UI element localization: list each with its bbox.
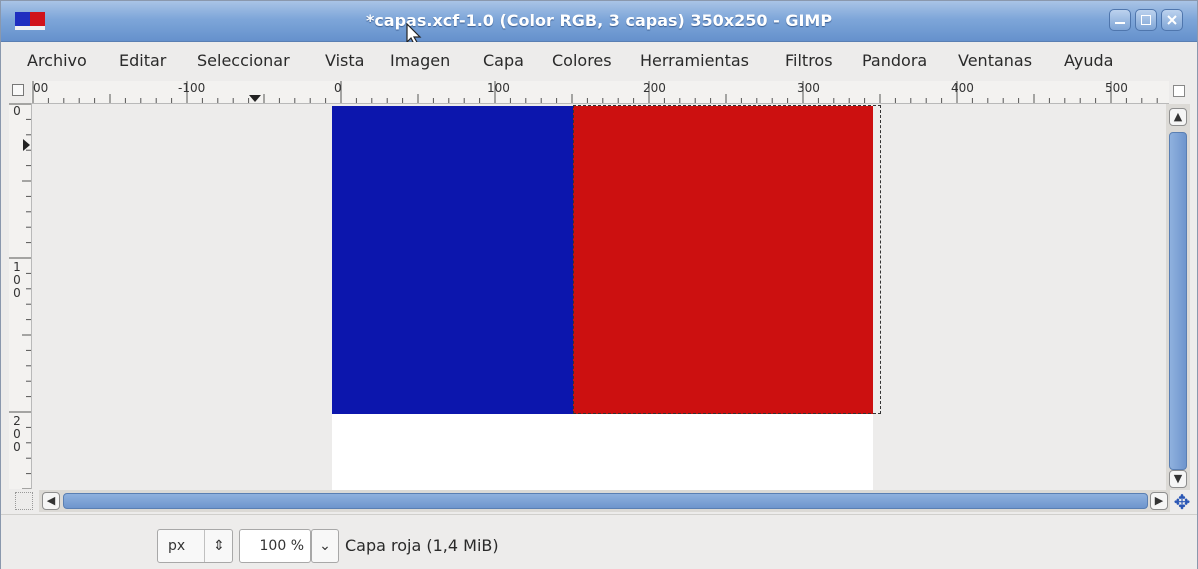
active-layer-boundary bbox=[573, 105, 881, 414]
ruler-label: -100 bbox=[178, 81, 206, 95]
ruler-label: 100 bbox=[487, 81, 510, 95]
navigate-move-icon[interactable]: ✥ bbox=[1171, 491, 1193, 513]
ruler-label: 200 bbox=[643, 81, 666, 95]
menu-archivo[interactable]: Archivo bbox=[27, 51, 87, 70]
menu-vista[interactable]: Vista bbox=[325, 51, 364, 70]
scroll-left-icon[interactable]: ◀ bbox=[42, 492, 60, 510]
vertical-scroll-thumb[interactable] bbox=[1169, 132, 1187, 470]
menu-herramientas[interactable]: Herramientas bbox=[640, 51, 749, 70]
ruler-label: 00 bbox=[33, 81, 49, 95]
status-bar: px ⇕ 100 % ⌄ Capa roja (1,4 MiB) bbox=[1, 514, 1197, 569]
menu-pandora[interactable]: Pandora bbox=[862, 51, 927, 70]
scroll-up-icon[interactable]: ▲ bbox=[1169, 108, 1187, 126]
menu-imagen[interactable]: Imagen bbox=[390, 51, 450, 70]
zoom-fit-button[interactable] bbox=[1169, 81, 1191, 103]
zoom-dropdown-icon[interactable]: ⌄ bbox=[311, 529, 339, 563]
vertical-scrollbar[interactable]: ▲ ▼ bbox=[1166, 104, 1190, 490]
blue-layer[interactable] bbox=[332, 106, 573, 414]
horizontal-ruler[interactable]: 00 -100 0 100 200 300 400 500 bbox=[31, 81, 1169, 104]
vertical-ruler[interactable]: 0 100 200 bbox=[9, 103, 32, 489]
unit-selector[interactable]: px ⇕ bbox=[157, 529, 233, 563]
quick-mask-toggle[interactable] bbox=[15, 492, 33, 510]
menu-filtros[interactable]: Filtros bbox=[785, 51, 833, 70]
close-button[interactable] bbox=[1161, 9, 1183, 31]
menu-ayuda[interactable]: Ayuda bbox=[1064, 51, 1113, 70]
unit-value: px bbox=[168, 538, 186, 554]
menu-ventanas[interactable]: Ventanas bbox=[958, 51, 1032, 70]
horizontal-scrollbar[interactable]: ◀ ▶ bbox=[39, 490, 1170, 512]
title-bar[interactable]: *capas.xcf-1.0 (Color RGB, 3 capas) 350x… bbox=[1, 1, 1197, 47]
minimize-button[interactable] bbox=[1109, 9, 1131, 31]
menu-seleccionar[interactable]: Seleccionar bbox=[197, 51, 290, 70]
spin-icon[interactable]: ⇕ bbox=[204, 530, 233, 562]
scroll-down-icon[interactable]: ▼ bbox=[1169, 470, 1187, 488]
ruler-label: 200 bbox=[13, 414, 21, 454]
scroll-right-icon[interactable]: ▶ bbox=[1150, 492, 1168, 510]
image-canvas[interactable] bbox=[32, 104, 1163, 490]
ruler-label: 0 bbox=[334, 81, 342, 95]
menu-colores[interactable]: Colores bbox=[552, 51, 612, 70]
menu-capa[interactable]: Capa bbox=[483, 51, 524, 70]
gimp-image-window: *capas.xcf-1.0 (Color RGB, 3 capas) 350x… bbox=[0, 0, 1198, 569]
maximize-button[interactable] bbox=[1135, 9, 1157, 31]
ruler-label: 400 bbox=[951, 81, 974, 95]
ruler-label: 300 bbox=[797, 81, 820, 95]
horizontal-scroll-thumb[interactable] bbox=[63, 493, 1148, 509]
layer-status-text: Capa roja (1,4 MiB) bbox=[345, 536, 499, 555]
zoom-value: 100 % bbox=[259, 538, 304, 554]
zoom-input[interactable]: 100 % bbox=[239, 529, 311, 563]
pointer-marker-icon bbox=[249, 95, 261, 102]
menu-bar: Archivo Editar Seleccionar Vista Imagen … bbox=[1, 42, 1197, 80]
ruler-label: 0 bbox=[13, 104, 21, 118]
window-title: *capas.xcf-1.0 (Color RGB, 3 capas) 350x… bbox=[365, 11, 833, 30]
menu-arrow-button[interactable] bbox=[9, 81, 31, 103]
ruler-label: 100 bbox=[13, 260, 21, 300]
ruler-label: 500 bbox=[1105, 81, 1128, 95]
pointer-marker-icon bbox=[23, 139, 30, 151]
menu-editar[interactable]: Editar bbox=[119, 51, 166, 70]
